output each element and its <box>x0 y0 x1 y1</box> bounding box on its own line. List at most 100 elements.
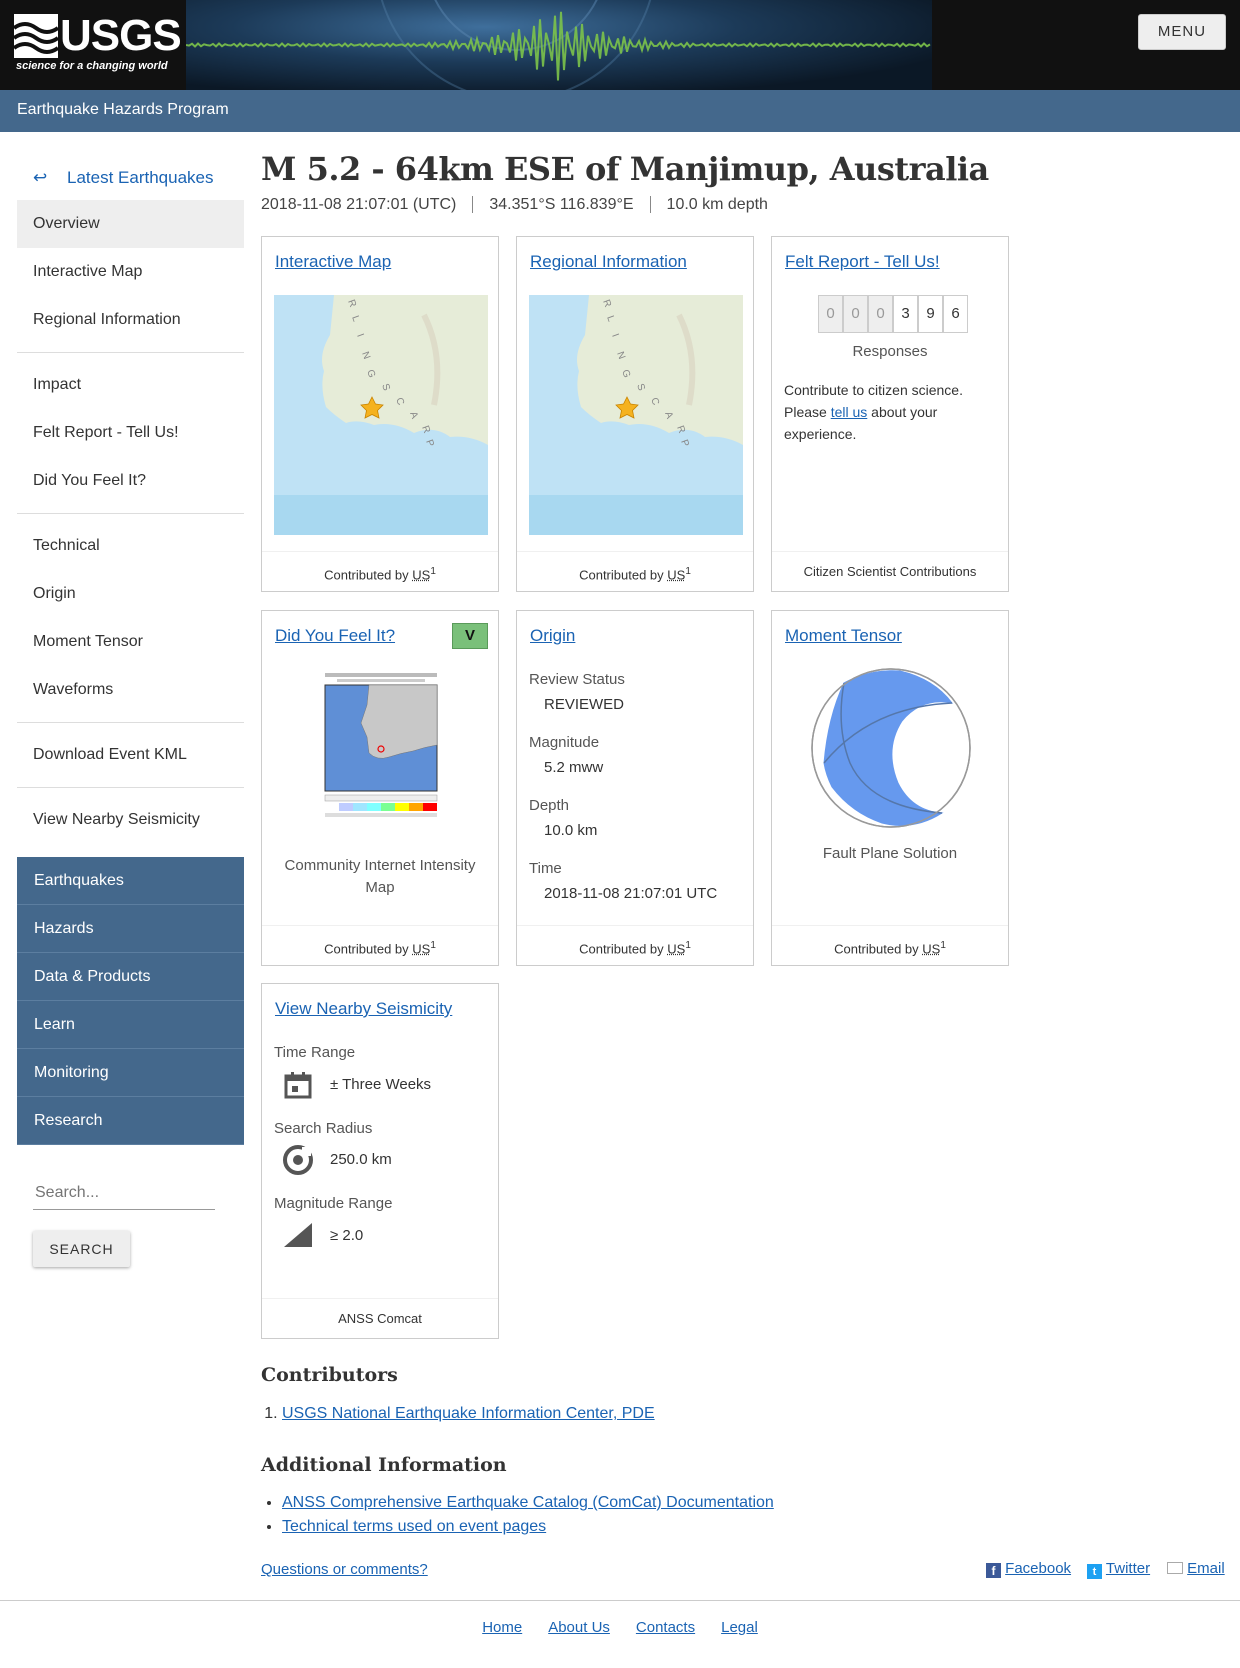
twitter-icon: t <box>1087 1564 1102 1579</box>
counter-digit: 9 <box>918 295 943 333</box>
time-label: Time <box>529 860 562 877</box>
sidebar-divider <box>17 722 244 723</box>
footer-link-legal[interactable]: Legal <box>721 1619 758 1636</box>
magnitude-range-label: Magnitude Range <box>274 1195 393 1212</box>
nav-monitoring[interactable]: Monitoring <box>17 1049 244 1097</box>
additional-info-list: ANSS Comprehensive Earthquake Catalog (C… <box>282 1494 774 1542</box>
facebook-link[interactable]: Facebook <box>1005 1560 1071 1577</box>
contributor-ref[interactable]: 1 <box>430 940 436 951</box>
sidebar-item-did-you-feel-it[interactable]: Did You Feel It? <box>17 457 244 505</box>
sidebar-item-download-event-kml[interactable]: Download Event KML <box>17 731 244 779</box>
did-you-feel-it-link[interactable]: Did You Feel It? <box>275 626 395 646</box>
counter-digit: 6 <box>943 295 968 333</box>
site-nav: Earthquakes Hazards Data & Products Learn Mo… <box>17 857 244 1145</box>
contributor-ref[interactable]: 1 <box>940 940 946 951</box>
contributed-by-label: Contributed by <box>324 941 409 957</box>
sidebar-item-overview[interactable]: Overview <box>17 200 244 248</box>
share-email[interactable]: Email <box>1167 1560 1225 1577</box>
contributors-heading: Contributors <box>261 1364 398 1386</box>
card-footer: Contributed by US1 <box>517 925 753 965</box>
program-title[interactable]: Earthquake Hazards Program <box>0 90 1240 132</box>
map-graphic: RLINGSCARP <box>529 295 743 535</box>
contributor-ref[interactable]: 1 <box>685 566 691 577</box>
event-summary: 2018-11-08 21:07:01 (UTC) 34.351°S 116.83… <box>261 196 784 214</box>
beachball-diagram[interactable] <box>810 667 972 829</box>
nearby-seismicity-card[interactable]: View Nearby Seismicity Time Range ± Thre… <box>261 983 499 1339</box>
felt-report-link[interactable]: Felt Report - Tell Us! <box>785 252 940 272</box>
back-arrow-icon: ↩ <box>33 168 48 187</box>
card-footer: ANSS Comcat <box>262 1298 498 1338</box>
footer-link-home[interactable]: Home <box>482 1619 522 1636</box>
nav-earthquakes[interactable]: Earthquakes <box>17 857 244 905</box>
sidebar-menu: Overview Interactive Map Regional Informat… <box>17 200 244 844</box>
sidebar-item-regional-information[interactable]: Regional Information <box>17 296 244 344</box>
magnitude-range-value: ≥ 2.0 <box>330 1227 364 1244</box>
event-location: 34.351°S 116.839°E <box>472 196 650 213</box>
sidebar-item-impact[interactable]: Impact <box>17 361 244 409</box>
regional-map-thumbnail[interactable]: RLINGSCARP <box>529 295 743 535</box>
sidebar-item-felt-report-tell-us[interactable]: Felt Report - Tell Us! <box>17 409 244 457</box>
nav-hazards[interactable]: Hazards <box>17 905 244 953</box>
email-link[interactable]: Email <box>1187 1560 1225 1577</box>
sidebar-item-view-nearby-seismicity[interactable]: View Nearby Seismicity <box>17 796 244 844</box>
sidebar-item-interactive-map[interactable]: Interactive Map <box>17 248 244 296</box>
regional-information-card[interactable]: Regional Information RLINGSCARP Contribu… <box>516 236 754 592</box>
felt-report-card[interactable]: Felt Report - Tell Us! 000396 Responses … <box>771 236 1009 592</box>
network-code: US <box>667 567 686 583</box>
interactive-map-card[interactable]: Interactive Map RLINGSCARP Contributed b… <box>261 236 499 592</box>
card-footer: Contributed by US1 <box>262 925 498 965</box>
tell-us-link[interactable]: tell us <box>831 404 868 420</box>
share-facebook[interactable]: f Facebook <box>986 1560 1071 1578</box>
contributor-ref[interactable]: 1 <box>430 566 436 577</box>
caption-line-2: Map <box>365 879 395 896</box>
sidebar-item-moment-tensor[interactable]: Moment Tensor <box>17 618 244 666</box>
additional-info-link[interactable]: ANSS Comprehensive Earthquake Catalog (C… <box>282 1494 774 1511</box>
footer-link-about-us[interactable]: About Us <box>548 1619 610 1636</box>
felt-text-2: Please <box>784 404 831 420</box>
caption-line-1: Community Internet Intensity <box>284 857 476 874</box>
sidebar-item-origin[interactable]: Origin <box>17 570 244 618</box>
footer-link-contacts[interactable]: Contacts <box>636 1619 695 1636</box>
regional-information-link[interactable]: Regional Information <box>530 252 687 272</box>
moment-tensor-card[interactable]: Moment Tensor Fault Plane Solution Contr… <box>771 610 1009 966</box>
twitter-link[interactable]: Twitter <box>1106 1560 1150 1577</box>
search-input[interactable] <box>33 1176 215 1210</box>
magnitude-label: Magnitude <box>529 734 600 751</box>
share-twitter[interactable]: t Twitter <box>1087 1560 1150 1579</box>
card-footer: Contributed by US1 <box>262 551 498 591</box>
moment-tensor-link[interactable]: Moment Tensor <box>785 626 902 646</box>
additional-info-item: Technical terms used on event pages <box>282 1518 774 1536</box>
event-sidebar: ↩ Latest Earthquakes Overview Interactive … <box>17 156 244 844</box>
nearby-seismicity-link[interactable]: View Nearby Seismicity <box>275 999 452 1019</box>
did-you-feel-it-card[interactable]: Did You Feel It? V Community Internet In… <box>261 610 499 966</box>
page-title: M 5.2 - 64km ESE of Manjimup, Australia <box>261 150 989 188</box>
additional-info-link[interactable]: Technical terms used on event pages <box>282 1518 546 1535</box>
event-depth: 10.0 km depth <box>649 196 784 213</box>
sidebar-item-technical[interactable]: Technical <box>17 522 244 570</box>
logo-tagline: science for a changing world <box>16 60 168 72</box>
origin-link[interactable]: Origin <box>530 626 575 646</box>
contributor-ref[interactable]: 1 <box>685 940 691 951</box>
menu-button[interactable]: MENU <box>1138 14 1226 50</box>
search-button[interactable]: SEARCH <box>33 1231 130 1267</box>
network-code: US <box>922 941 941 957</box>
interactive-map-link[interactable]: Interactive Map <box>275 252 391 272</box>
email-icon <box>1167 1562 1183 1574</box>
sidebar-item-waveforms[interactable]: Waveforms <box>17 666 244 714</box>
interactive-map-thumbnail[interactable]: RLINGSCARP <box>274 295 488 535</box>
nav-research[interactable]: Research <box>17 1097 244 1145</box>
sidebar-divider <box>17 352 244 353</box>
counter-digit: 0 <box>818 295 843 333</box>
seismogram-graphic <box>186 0 931 90</box>
intensity-map-thumbnail[interactable] <box>317 667 445 827</box>
contributed-by-label: Contributed by <box>579 567 664 583</box>
nav-data-products[interactable]: Data & Products <box>17 953 244 1001</box>
origin-card[interactable]: Origin Review Status REVIEWED Magnitude … <box>516 610 754 966</box>
additional-info-heading: Additional Information <box>261 1454 507 1476</box>
latest-earthquakes-link[interactable]: ↩ Latest Earthquakes <box>17 156 244 200</box>
usgs-logo[interactable]: USGS science for a changing world <box>12 14 182 76</box>
contributor-link[interactable]: USGS National Earthquake Information Cen… <box>282 1405 655 1422</box>
nav-learn[interactable]: Learn <box>17 1001 244 1049</box>
seismogram-banner <box>186 0 932 90</box>
questions-link[interactable]: Questions or comments? <box>261 1561 428 1578</box>
